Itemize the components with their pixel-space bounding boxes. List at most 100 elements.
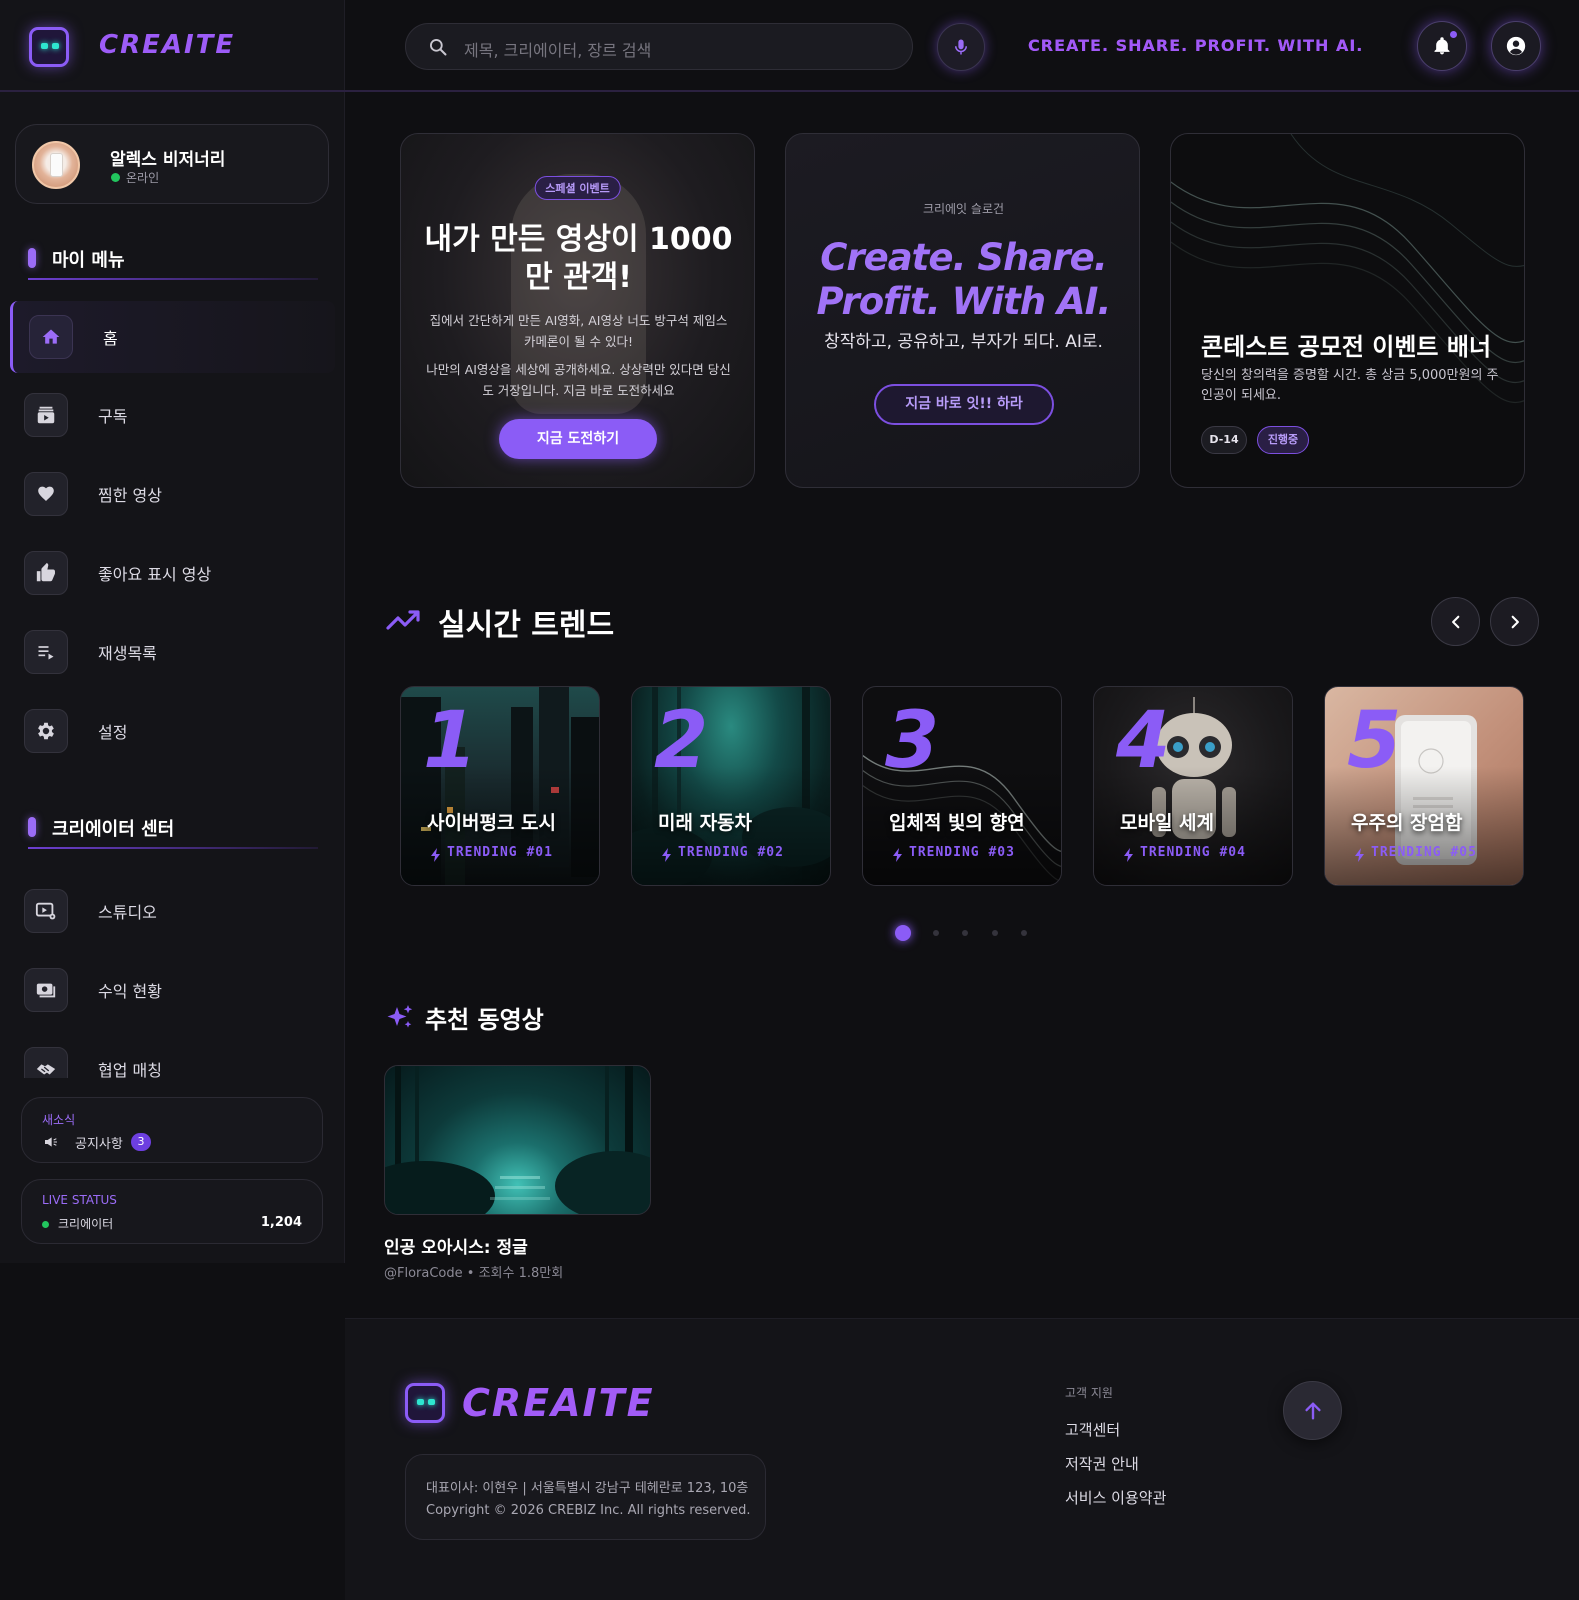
trend-card[interactable]: 1 사이버펑크 도시 TRENDING #01 — [400, 686, 600, 886]
company-info-line: 대표이사: 이현우 | 서울특별시 강남구 테헤란로 123, 10층 — [426, 1481, 749, 1496]
live-creators-count: 1,204 — [260, 1215, 302, 1230]
logo-eye-left — [41, 43, 48, 49]
copyright-line: Copyright © 2026 CREBIZ Inc. All rights … — [426, 1503, 751, 1518]
bolt-icon — [893, 848, 902, 862]
account-icon — [1506, 36, 1526, 56]
trend-title: 미래 자동차 — [658, 812, 753, 834]
trend-card[interactable]: 5 우주의 장엄함 TRENDING #05 — [1324, 686, 1524, 886]
trend-card[interactable]: 2 미래 자동차 TRENDING #02 — [631, 686, 831, 886]
studio-icon — [24, 889, 68, 933]
carousel-dot[interactable] — [992, 930, 998, 936]
sidebar-item-revenue[interactable]: 수익 현황 — [10, 954, 335, 1026]
sidebar-item-studio[interactable]: 스튜디오 — [10, 875, 335, 947]
trend-card[interactable]: 4 모바일 세계 TRENDING #04 — [1093, 686, 1293, 886]
scroll-to-top-button[interactable] — [1283, 1381, 1342, 1440]
trend-rank-label: TRENDING #01 — [447, 845, 553, 860]
topbar: 제목, 크리에이터, 장르 검색 CREATE. SHARE. PROFIT. … — [345, 0, 1579, 92]
sidebar-item-label: 찜한 영상 — [98, 486, 162, 505]
avatar-phone-shape — [50, 153, 63, 177]
trend-title: 우주의 장엄함 — [1351, 812, 1463, 834]
money-icon — [24, 968, 68, 1012]
avatar — [32, 141, 80, 189]
gear-icon — [24, 709, 68, 753]
footer-logo-text[interactable]: CREAITE — [462, 1381, 655, 1425]
footer-link-terms[interactable]: 서비스 이용약관 — [1065, 1487, 1166, 1508]
sidebar-item-label: 협업 매칭 — [98, 1061, 162, 1078]
slogan-banner[interactable]: 크리에잇 슬로건 Create. Share. Profit. With AI.… — [785, 133, 1140, 488]
carousel-dot[interactable] — [962, 930, 968, 936]
thumbs-up-icon — [24, 551, 68, 595]
carousel-dot[interactable] — [1021, 930, 1027, 936]
section-divider — [28, 278, 318, 280]
footer-link-copyright[interactable]: 저작권 안내 — [1065, 1453, 1139, 1474]
header-slogan: CREATE. SHARE. PROFIT. WITH AI. — [1028, 36, 1364, 55]
sidebar-item-home[interactable]: 홈 — [10, 301, 335, 373]
slogan-kicker: 크리에잇 슬로건 — [922, 202, 1005, 216]
trends-next-button[interactable] — [1490, 597, 1539, 646]
trend-title: 모바일 세계 — [1120, 812, 1215, 834]
heart-icon — [24, 472, 68, 516]
trend-rank-label: TRENDING #05 — [1371, 845, 1477, 860]
event-banner[interactable]: 스페셜 이벤트 내가 만든 영상이 1000만 관객! 집에서 간단하게 만든 … — [400, 133, 755, 488]
profile-name: 알렉스 비저너리 — [110, 150, 226, 170]
sidebar-item-favorites[interactable]: 찜한 영상 — [10, 458, 335, 530]
slogan-subtitle: 창작하고, 공유하고, 부자가 되다. AI로. — [824, 332, 1103, 352]
sidebar-item-liked[interactable]: 좋아요 표시 영상 — [10, 537, 335, 609]
carousel-dot-active[interactable] — [895, 925, 911, 941]
profile-card[interactable]: 알렉스 비저너리 온라인 — [15, 124, 329, 204]
megaphone-icon — [45, 1137, 57, 1147]
logo-icon[interactable] — [29, 27, 69, 67]
deadline-chip: D-14 — [1201, 426, 1247, 454]
notice-count-badge: 3 — [131, 1133, 151, 1151]
sidebar-item-label: 홈 — [103, 329, 118, 348]
account-button[interactable] — [1491, 21, 1541, 71]
bolt-icon — [431, 848, 440, 862]
chevron-right-icon — [1511, 615, 1519, 628]
notification-dot — [1450, 31, 1457, 38]
carousel-dot[interactable] — [933, 930, 939, 936]
trend-rank-number: 1 — [423, 696, 478, 786]
sidebar-item-label: 스튜디오 — [98, 903, 157, 922]
sidebar-item-playlist[interactable]: 재생목록 — [10, 616, 335, 688]
trend-title: 입체적 빛의 향연 — [889, 812, 1025, 834]
footer-link-support[interactable]: 고객센터 — [1065, 1419, 1120, 1440]
search-input[interactable]: 제목, 크리에이터, 장르 검색 — [405, 23, 913, 70]
slogan-line-2: Profit. With AI. — [816, 280, 1112, 323]
my-menu-title: 마이 메뉴 — [52, 250, 125, 271]
footer: CREAITE 대표이사: 이현우 | 서울특별시 강남구 테헤란로 123, … — [345, 1318, 1579, 1600]
slogan-line-1: Create. Share. — [820, 236, 1108, 279]
news-card[interactable]: 새소식 공지사항 3 — [21, 1097, 323, 1163]
special-event-tag: 스페셜 이벤트 — [534, 176, 621, 200]
notice-label: 공지사항 — [75, 1137, 123, 1152]
sidebar-item-label: 설정 — [98, 723, 128, 742]
trending-icon — [386, 610, 420, 630]
challenge-button[interactable]: 지금 도전하기 — [499, 419, 657, 459]
trend-rank-label: TRENDING #02 — [678, 845, 784, 860]
sidebar-scroll-clip: 협업 매칭 — [10, 1033, 335, 1078]
bell-icon — [1434, 37, 1450, 55]
company-info-box: 대표이사: 이현우 | 서울특별시 강남구 테헤란로 123, 10층 Copy… — [405, 1454, 766, 1540]
trend-title: 사이버펑크 도시 — [427, 812, 556, 834]
video-title[interactable]: 인공 오아시스: 정글 — [384, 1233, 528, 1258]
video-thumbnail[interactable] — [384, 1065, 651, 1215]
sidebar-item-label: 수익 현황 — [98, 982, 162, 1001]
sidebar-item-collab[interactable]: 협업 매칭 — [10, 1033, 335, 1078]
start-now-button[interactable]: 지금 바로 잇!! 하라 — [874, 384, 1054, 425]
contest-banner[interactable]: 콘테스트 공모전 이벤트 배너 당신의 창의력을 증명할 시간. 총 상금 5,… — [1170, 133, 1525, 488]
creator-center-title: 크리에이터 센터 — [52, 819, 175, 840]
sidebar-header: CREAITE — [0, 0, 345, 92]
sparkle-icon — [387, 1005, 413, 1028]
trends-prev-button[interactable] — [1431, 597, 1480, 646]
sidebar-item-label: 좋아요 표시 영상 — [98, 565, 212, 584]
in-progress-chip: 진행중 — [1257, 426, 1309, 454]
support-column-title: 고객 지원 — [1065, 1386, 1113, 1400]
footer-logo-icon[interactable] — [405, 1383, 445, 1423]
trend-rank-label: TRENDING #04 — [1140, 845, 1246, 860]
online-status-text: 온라인 — [126, 171, 160, 185]
voice-search-button[interactable] — [937, 23, 985, 71]
sidebar-item-subscriptions[interactable]: 구독 — [10, 379, 335, 451]
logo-text[interactable]: CREAITE — [99, 30, 235, 60]
trend-card[interactable]: 3 입체적 빛의 향연 TRENDING #03 — [862, 686, 1062, 886]
notifications-button[interactable] — [1417, 21, 1467, 71]
sidebar-item-settings[interactable]: 설정 — [10, 695, 335, 767]
